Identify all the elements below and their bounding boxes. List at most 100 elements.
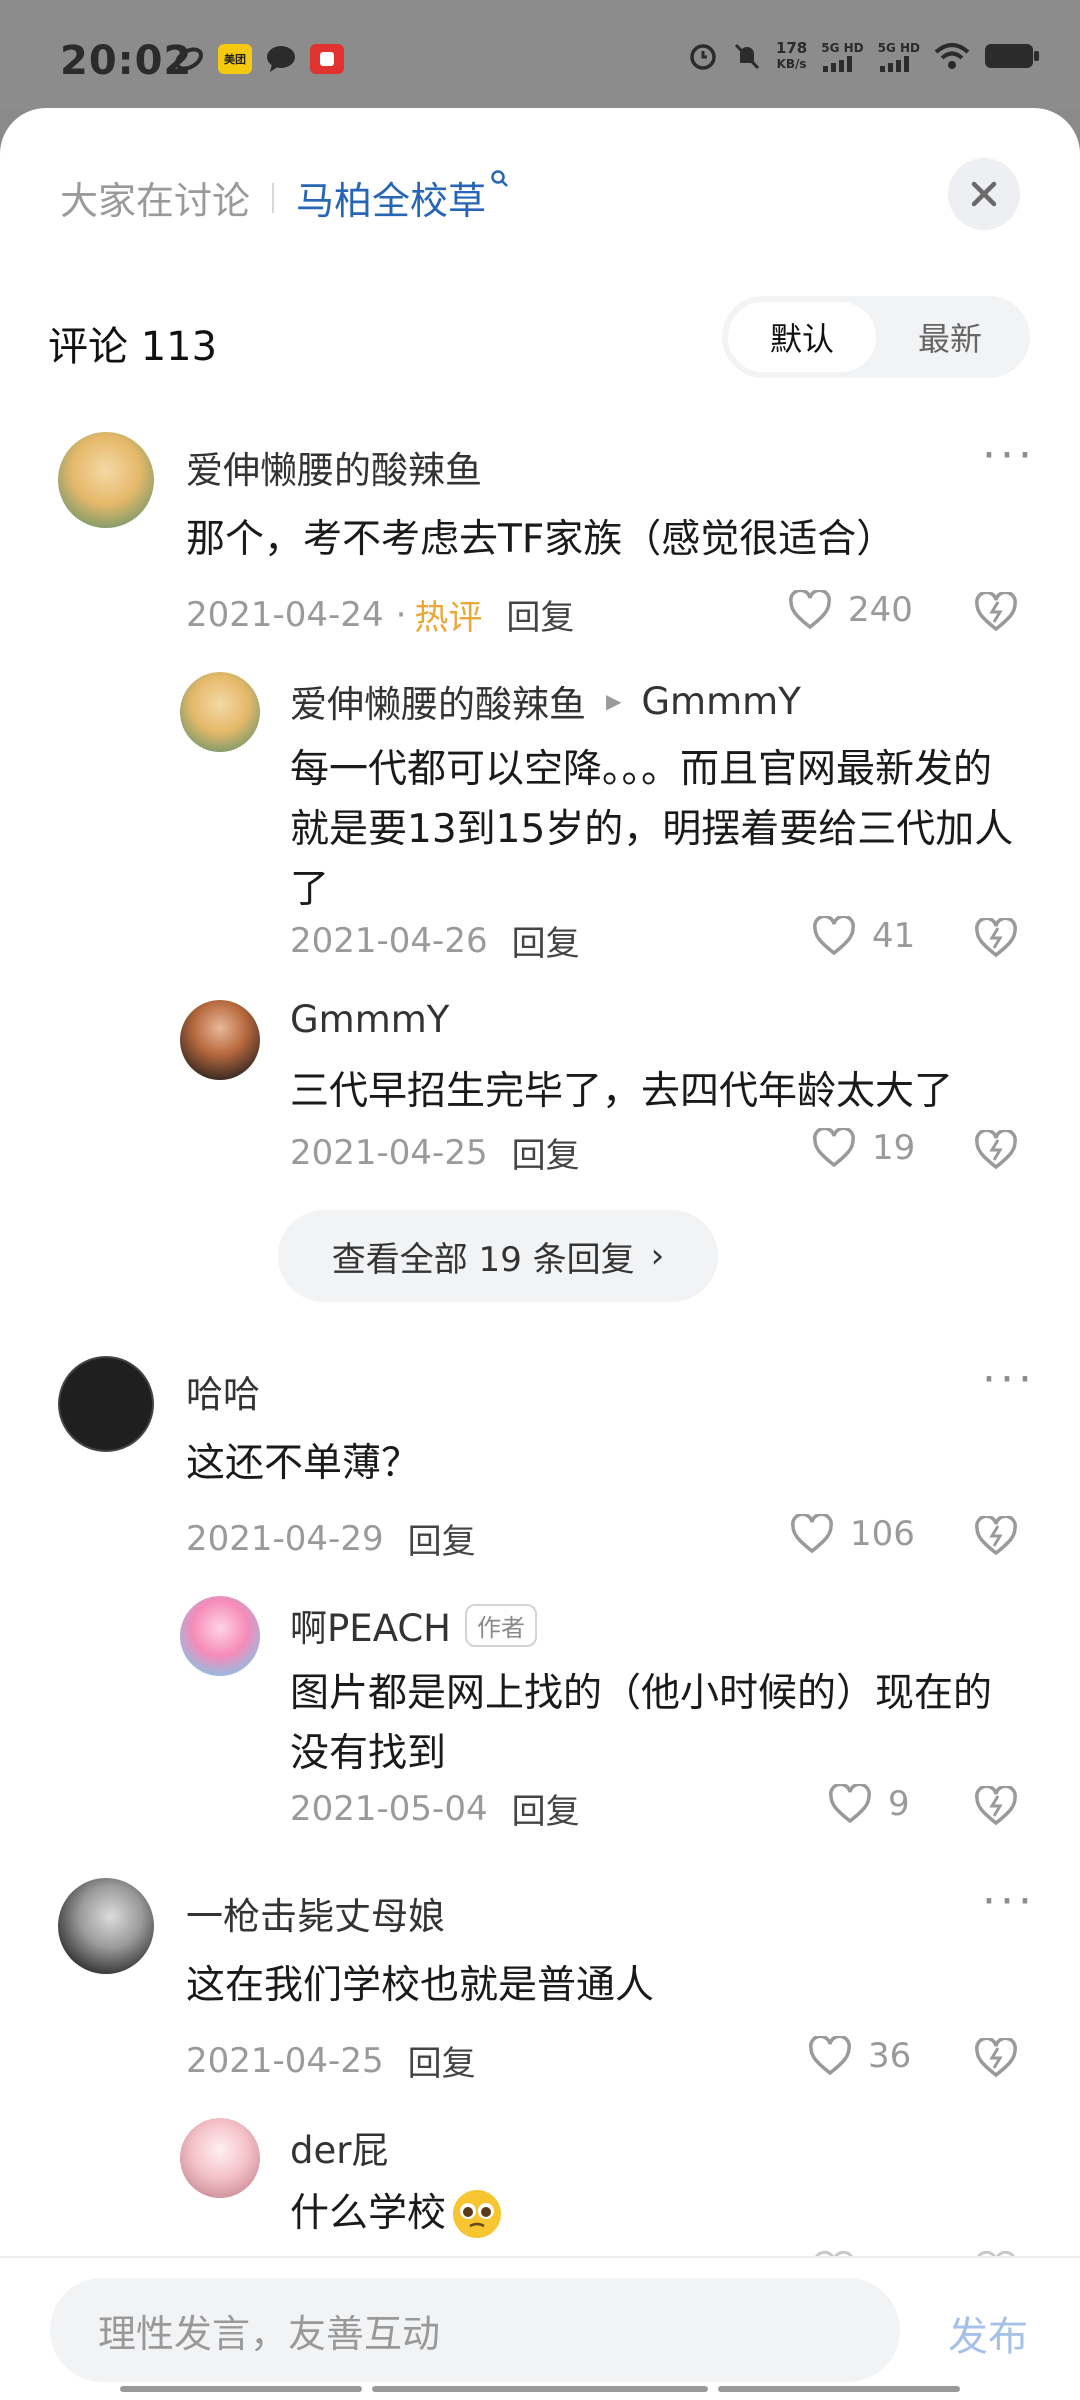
like-count: 9 [888,1784,910,1824]
heart-icon [809,2036,851,2076]
meituan-app-icon: 美团 [218,44,252,74]
comment-date: 2021-04-24 [186,594,384,635]
avatar[interactable] [58,1356,154,1452]
like-count: 36 [868,2036,912,2076]
avatar[interactable] [180,1000,260,1080]
chevron-right-icon: › [650,1236,665,1276]
reply-button[interactable]: 回复 [506,590,574,639]
reply-to-arrow-icon: ▶ [606,689,622,713]
reply-text-row: 什么学校 [290,2184,1030,2244]
wifi-icon [934,43,970,69]
search-icon[interactable] [490,169,510,194]
comment-date: 2021-04-25 [186,2040,384,2081]
reply-date: 2021-05-04 [290,1788,488,1829]
reply-button[interactable]: 回复 [512,1128,580,1177]
dislike-icon[interactable] [974,592,1018,632]
reply-username[interactable]: GmmmY [290,998,449,1041]
more-icon[interactable]: ··· [982,1876,1036,1927]
reply-header: 啊PEACH 作者 [290,1598,538,1652]
net-speed: 178 KB/s [775,39,808,71]
comment-username[interactable]: 爱伸懒腰的酸辣鱼 [186,440,482,494]
reply-username[interactable]: der屁 [290,2120,388,2174]
like-button[interactable]: 36 [808,2036,911,2076]
status-system-icons: 178 KB/s 5G HD 5G HD [688,40,1040,72]
like-button[interactable]: 19 [812,1128,915,1168]
battery-icon [985,44,1039,68]
heart-icon [813,916,855,956]
like-count: 240 [848,590,913,630]
reply-meta: 2021-05-04 回复 [290,1784,580,1833]
comment-text[interactable]: 这还不单薄？ [186,1434,1046,1494]
like-count: 106 [850,1514,915,1554]
pleading-face-emoji-icon [453,2190,502,2238]
view-all-replies-button[interactable]: 查看全部 19 条回复 › [278,1210,718,1302]
avatar[interactable] [180,2118,260,2198]
comment-meta: 2021-04-24 · 热评 回复 [186,590,574,639]
more-icon[interactable]: ··· [982,430,1036,481]
reply-to-username[interactable]: GmmmY [641,680,800,723]
comment-username[interactable]: 一枪击毙丈母娘 [186,1886,445,1940]
reply-button[interactable]: 回复 [408,2036,476,2085]
comment-text[interactable]: 这在我们学校也就是普通人 [186,1956,1046,2016]
reply-text[interactable]: 每一代都可以空降。。。而且官网最新发的就是要13到15岁的，明摆着要给三代加人了 [290,740,1030,920]
reply-button[interactable]: 回复 [512,916,580,965]
comment-input[interactable]: 理性发言，友善互动 [50,2278,900,2382]
avatar[interactable] [58,432,154,528]
divider [272,182,275,213]
sort-default-tab[interactable]: 默认 [728,302,876,372]
comments-sheet: 大家在讨论 马柏全校草 评论 113 默认 最新 爱伸懒腰的酸辣鱼 ··· 那个… [0,108,1080,2400]
reply-date: 2021-04-26 [290,920,488,961]
more-icon[interactable]: ··· [982,1354,1036,1405]
reply-username[interactable]: 爱伸懒腰的酸辣鱼 [290,674,586,728]
nav-gesture-bar [120,2386,362,2392]
avatar[interactable] [180,672,260,752]
avatar[interactable] [58,1878,154,1974]
dislike-icon[interactable] [974,2038,1018,2078]
signal-bars-icon [879,56,909,72]
status-bar: 20:02 美团 178 KB/s 5G HD 5G HD [0,0,1080,110]
reply-date: 2021-04-25 [290,1132,488,1173]
like-button[interactable]: 9 [828,1784,910,1824]
like-button[interactable]: 240 [788,590,913,630]
comment-text[interactable]: 那个，考不考虑去TF家族（感觉很适合） [186,510,1046,570]
reply-header: 爱伸懒腰的酸辣鱼 ▶ GmmmY [290,674,990,728]
like-button[interactable]: 41 [812,916,915,956]
avatar[interactable] [180,1596,260,1676]
topic-header: 大家在讨论 马柏全校草 [60,170,510,225]
reply-text[interactable]: 三代早招生完毕了，去四代年龄太大了 [290,1062,1030,1122]
like-button[interactable]: 106 [790,1514,915,1554]
comment-username[interactable]: 哈哈 [186,1364,260,1418]
chat-bubble-icon [264,44,298,74]
reply-text[interactable]: 什么学校 [290,2184,446,2244]
comment-input-bar: 理性发言，友善互动 发布 [0,2256,1080,2400]
dislike-icon[interactable] [974,1130,1018,1170]
topic-link[interactable]: 马柏全校草 [296,170,486,225]
comment-meta: 2021-04-29 回复 [186,1514,476,1563]
hot-badge: 热评 [414,598,483,638]
status-notification-icons: 美团 [172,44,344,74]
publish-button[interactable]: 发布 [948,2304,1028,2362]
comment-count: 评论 113 [48,324,218,370]
nav-gesture-bar [372,2386,708,2392]
reply-meta: 2021-04-25 回复 [290,1128,580,1177]
dislike-icon[interactable] [974,1786,1018,1826]
dislike-icon[interactable] [974,918,1018,958]
nav-gesture-bar [718,2386,960,2392]
link-app-icon [172,44,206,74]
close-button[interactable] [948,158,1020,230]
close-icon [971,181,997,207]
dislike-icon[interactable] [974,1516,1018,1556]
reply-text[interactable]: 图片都是网上找的（他小时候的）现在的没有找到 [290,1664,1030,1784]
reply-meta: 2021-04-26 回复 [290,916,580,965]
heart-icon [789,590,831,630]
sort-segmented-control: 默认 最新 [722,296,1030,378]
like-count: 41 [872,916,916,956]
sort-latest-tab[interactable]: 最新 [876,302,1024,372]
reply-button[interactable]: 回复 [408,1514,476,1563]
signal-2: 5G HD [878,40,920,72]
reply-button[interactable]: 回复 [512,1784,580,1833]
reply-username[interactable]: 啊PEACH [290,1598,451,1652]
heart-icon [791,1514,833,1554]
alarm-icon [690,44,716,70]
like-count: 19 [872,1128,916,1168]
